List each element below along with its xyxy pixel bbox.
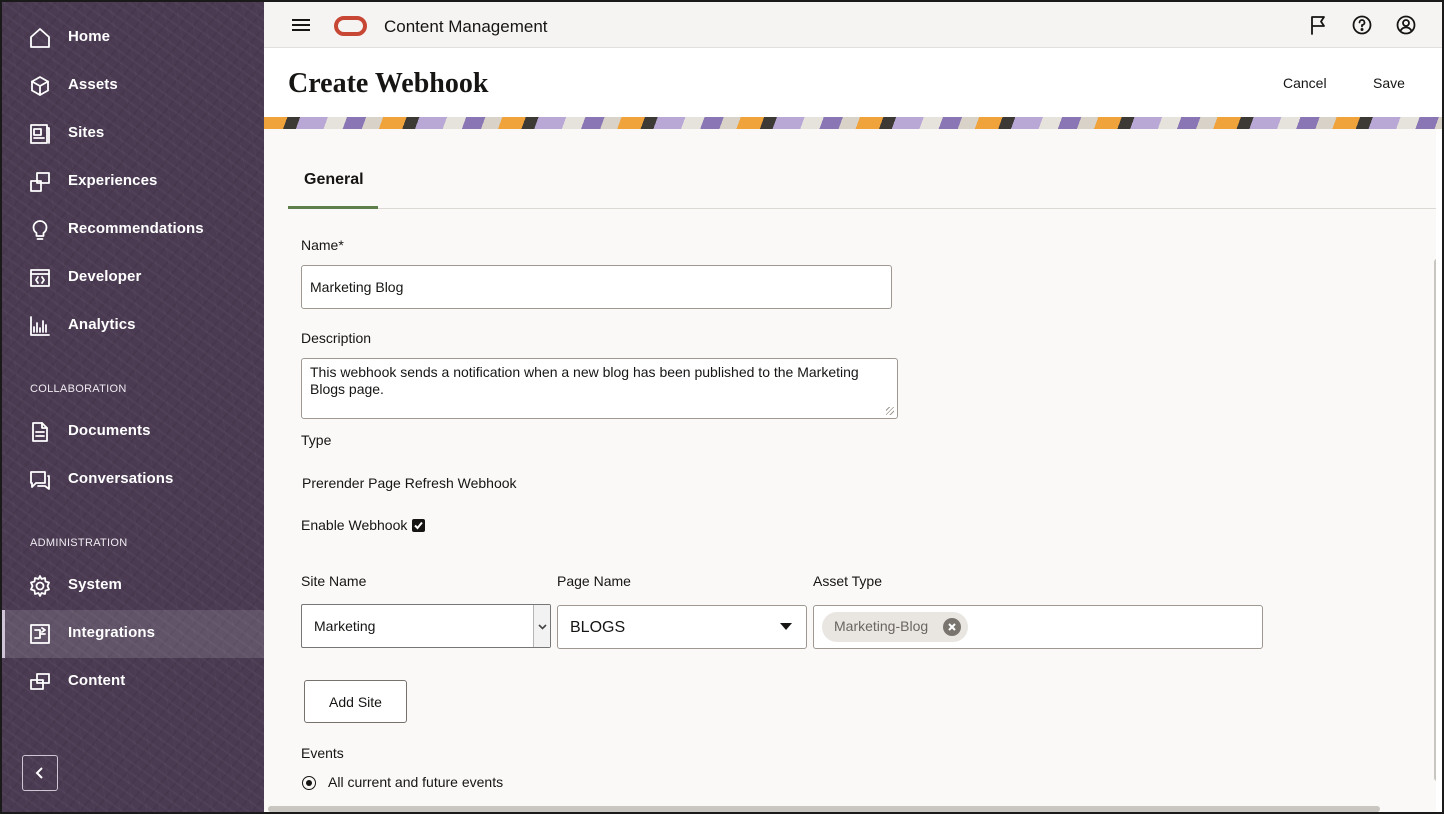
flag-icon[interactable]	[1308, 15, 1328, 35]
name-label: Name*	[301, 237, 344, 253]
sidebar-item-label: System	[68, 576, 122, 593]
decorative-banner	[264, 117, 1442, 129]
app-window: Home Assets Sites Experiences Recommenda…	[0, 0, 1444, 814]
chevron-down-icon	[533, 605, 550, 647]
tab-label: General	[304, 171, 364, 188]
sidebar-item-conversations[interactable]: Conversations	[2, 456, 264, 504]
tab-bar: General	[288, 159, 1436, 209]
description-label: Description	[301, 330, 372, 346]
document-icon	[28, 420, 52, 444]
help-icon[interactable]	[1352, 15, 1372, 35]
enable-webhook-checkbox[interactable]	[412, 519, 425, 532]
collapse-sidebar-button[interactable]	[22, 755, 58, 791]
radio-all-events-label: All current and future events	[328, 774, 504, 790]
sidebar-item-developer[interactable]: Developer	[2, 254, 264, 302]
sidebar-item-label: Integrations	[68, 624, 156, 641]
webhook-form: General Name* Description This webhook s…	[264, 129, 1436, 812]
sidebar-item-integrations[interactable]: Integrations	[2, 610, 264, 658]
site-name-select[interactable]: Marketing	[301, 604, 551, 648]
sidebar-item-label: Sites	[68, 124, 105, 141]
events-label: Events	[301, 745, 344, 761]
chip-label: Marketing-Blog	[834, 618, 929, 634]
sidebar-item-label: Developer	[68, 268, 142, 285]
enable-webhook-label: Enable Webhook	[301, 517, 408, 533]
hamburger-menu-icon[interactable]	[292, 16, 312, 34]
chart-icon	[28, 314, 52, 338]
caret-down-icon	[780, 623, 792, 630]
oracle-logo	[334, 16, 367, 36]
user-profile-icon[interactable]	[1396, 15, 1416, 35]
sidebar-item-home[interactable]: Home	[2, 14, 264, 62]
horizontal-scrollbar[interactable]	[268, 806, 1380, 812]
name-input[interactable]	[301, 265, 892, 309]
page-name-label: Page Name	[557, 573, 631, 589]
description-text: This webhook sends a notification when a…	[310, 364, 859, 397]
chevron-left-icon	[35, 767, 43, 779]
sidebar-item-recommendations[interactable]: Recommendations	[2, 206, 264, 254]
asset-type-chip: Marketing-Blog	[822, 612, 968, 642]
type-label: Type	[301, 432, 332, 448]
remove-chip-icon[interactable]	[943, 618, 961, 636]
sidebar-item-label: Documents	[68, 422, 151, 439]
sidebar-item-label: Analytics	[68, 316, 136, 333]
type-value: Prerender Page Refresh Webhook	[302, 475, 517, 491]
sidebar-item-experiences[interactable]: Experiences	[2, 158, 264, 206]
sidebar: Home Assets Sites Experiences Recommenda…	[2, 2, 264, 812]
sidebar-item-documents[interactable]: Documents	[2, 408, 264, 456]
add-site-button[interactable]: Add Site	[304, 680, 407, 723]
save-button[interactable]: Save	[1373, 75, 1405, 91]
cancel-button[interactable]: Cancel	[1283, 75, 1327, 91]
resize-handle[interactable]	[886, 407, 894, 415]
site-name-value: Marketing	[314, 618, 376, 634]
sidebar-item-analytics[interactable]: Analytics	[2, 302, 264, 350]
code-icon	[28, 266, 52, 290]
sidebar-item-label: Recommendations	[68, 220, 204, 237]
content-icon	[28, 670, 52, 694]
sidebar-item-system[interactable]: System	[2, 562, 264, 610]
top-bar: Content Management	[264, 2, 1442, 48]
sidebar-item-assets[interactable]: Assets	[2, 62, 264, 110]
site-name-label: Site Name	[301, 573, 367, 589]
page-header: Create Webhook Cancel Save	[264, 48, 1442, 117]
gear-icon	[28, 574, 52, 598]
lightbulb-icon	[28, 218, 52, 242]
integrations-icon	[28, 622, 52, 646]
sidebar-item-label: Assets	[68, 76, 118, 93]
radio-all-events[interactable]	[302, 776, 316, 790]
cube-icon	[28, 74, 52, 98]
page-title: Create Webhook	[288, 68, 489, 99]
sidebar-item-label: Content	[68, 672, 126, 689]
asset-type-label: Asset Type	[813, 573, 883, 589]
sidebar-item-label: Conversations	[68, 470, 174, 487]
page-name-value: BLOGS	[570, 619, 626, 636]
chat-icon	[28, 468, 52, 492]
tab-general[interactable]: General	[288, 159, 378, 209]
sidebar-item-label: Experiences	[68, 172, 158, 189]
section-heading-collaboration: COLLABORATION	[30, 383, 127, 395]
asset-type-input[interactable]: Marketing-Blog	[813, 605, 1263, 649]
section-heading-administration: ADMINISTRATION	[30, 537, 128, 549]
home-icon	[28, 26, 52, 50]
description-textarea[interactable]: This webhook sends a notification when a…	[301, 358, 898, 419]
vertical-scrollbar[interactable]	[1434, 259, 1436, 781]
sites-icon	[28, 122, 52, 146]
sidebar-item-content[interactable]: Content	[2, 658, 264, 706]
sidebar-item-label: Home	[68, 28, 111, 45]
app-title: Content Management	[384, 17, 548, 36]
checkmark-icon	[414, 521, 423, 530]
page-name-select[interactable]: BLOGS	[557, 605, 807, 649]
experiences-icon	[28, 170, 52, 194]
sidebar-item-sites[interactable]: Sites	[2, 110, 264, 158]
